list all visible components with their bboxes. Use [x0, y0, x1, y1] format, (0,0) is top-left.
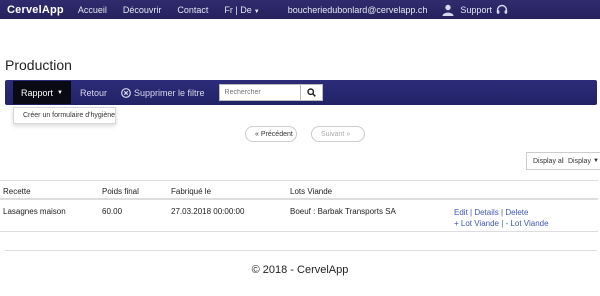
search-group [218, 84, 323, 101]
top-navbar: CervelApp Accueil Découvrir Contact Fr |… [0, 0, 600, 19]
brand-logo[interactable]: CervelApp [7, 4, 64, 16]
next-button[interactable]: Suivant » [311, 126, 365, 142]
table-header: Recette Poids final Fabriqué le Lots Via… [0, 180, 598, 200]
rapport-label: Rapport [21, 87, 54, 98]
page-title: Production [5, 57, 72, 73]
footer-copyright: © 2018 - CervelApp [251, 264, 349, 276]
clear-filter-link[interactable]: Supprimer le filtre [121, 88, 205, 98]
caret-down-icon: ▼ [57, 89, 63, 96]
next-label: Suivant [321, 130, 345, 138]
previous-label: Précédent [260, 130, 293, 138]
cell-fabrique-le: 27.03.2018 00:00:00 [171, 207, 245, 216]
account-email-link[interactable]: boucheriedubonlard@cervelapp.ch [288, 5, 428, 15]
language-label: Fr | De [224, 4, 252, 15]
edit-link[interactable]: Edit [454, 208, 468, 217]
production-table: Recette Poids final Fabriqué le Lots Via… [0, 180, 598, 232]
nav-link-contact[interactable]: Contact [177, 5, 208, 15]
display-label: Display [568, 157, 591, 165]
header-poids-final[interactable]: Poids final [102, 187, 139, 196]
header-lots-viande[interactable]: Lots Viande [290, 187, 332, 196]
pagination: « Précédent Suivant » [245, 126, 365, 142]
details-link[interactable]: Details [474, 208, 498, 217]
language-dropdown[interactable]: Fr | De ▼ [224, 5, 259, 15]
delete-link[interactable]: Delete [505, 208, 528, 217]
toolbar: Rapport ▼ Retour Supprimer le filtre [5, 80, 597, 105]
table-row: Lasagnes maison 60.00 27.03.2018 00:00:0… [0, 200, 598, 232]
add-lot-viande-link[interactable]: + Lot Viande [454, 219, 499, 228]
search-input[interactable] [218, 84, 301, 101]
headset-icon[interactable] [496, 4, 508, 16]
create-hygiene-form-item[interactable]: Créer un formulaire d'hygiène [23, 112, 115, 119]
display-dropdown-button[interactable]: Display ▼ [564, 152, 600, 170]
rapport-dropdown-menu: Créer un formulaire d'hygiène [13, 107, 116, 124]
double-chevron-left-icon: « [255, 130, 259, 138]
double-chevron-right-icon: » [346, 130, 351, 138]
retour-link[interactable]: Retour [80, 88, 107, 98]
rapport-dropdown-button[interactable]: Rapport ▼ [13, 81, 71, 104]
remove-lot-viande-link[interactable]: - Lot Viande [506, 219, 549, 228]
cell-lots-viande: Boeuf : Barbak Transports SA [290, 207, 396, 216]
caret-down-icon: ▼ [253, 8, 260, 15]
header-recette[interactable]: Recette [3, 187, 31, 196]
search-button[interactable] [300, 84, 323, 101]
previous-button[interactable]: « Précédent [245, 126, 297, 142]
header-fabrique-le[interactable]: Fabriqué le [171, 187, 211, 196]
row-actions: Edit | Details | Delete + Lot Viande | -… [454, 208, 549, 228]
nav-link-decouvrir[interactable]: Découvrir [123, 5, 162, 15]
support-link[interactable]: Support [460, 5, 492, 15]
clear-filter-label: Supprimer le filtre [134, 87, 205, 98]
nav-link-accueil[interactable]: Accueil [78, 5, 107, 15]
user-icon[interactable] [441, 3, 454, 16]
cell-poids-final: 60.00 [102, 207, 123, 216]
clear-circle-icon [121, 87, 131, 98]
cell-recette: Lasagnes maison [3, 207, 66, 216]
footer-divider [5, 250, 597, 251]
search-icon [306, 88, 316, 97]
caret-down-icon: ▼ [592, 158, 599, 164]
